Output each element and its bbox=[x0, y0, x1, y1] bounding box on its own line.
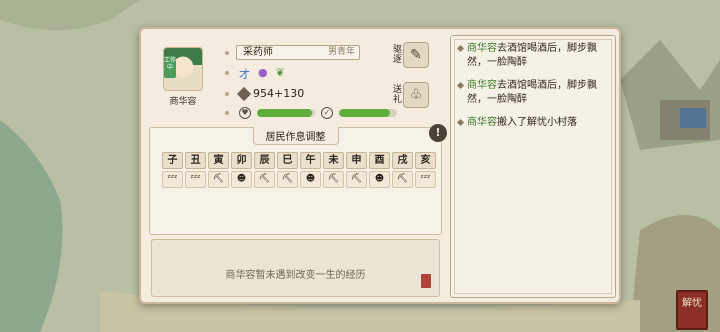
log-resident-name: 商华容 bbox=[467, 43, 497, 54]
bullet-dot bbox=[225, 51, 229, 55]
work-icon[interactable]: ⛏ bbox=[208, 171, 229, 188]
mood-icon: ✓ bbox=[321, 107, 333, 119]
sleep-icon[interactable]: ᶻᶻᶻ bbox=[415, 171, 436, 188]
resident-detail-panel: 工作中 商华容 采药师 男青年 才 ● ❦ 954+130 ♥ ✓ 驱逐 ✎ 送… bbox=[139, 27, 621, 304]
resident-info-column: 工作中 商华容 采药师 男青年 才 ● ❦ 954+130 ♥ ✓ 驱逐 ✎ 送… bbox=[141, 29, 447, 302]
mood-bar-fill bbox=[339, 109, 391, 117]
leisure-icon[interactable]: ☻ bbox=[231, 171, 252, 188]
hour-label: 未 bbox=[323, 152, 344, 169]
hour-label: 巳 bbox=[277, 152, 298, 169]
work-status-tag: 工作中 bbox=[164, 56, 176, 78]
hour-label: 亥 bbox=[415, 152, 436, 169]
gift-button[interactable]: 送礼 ♧ bbox=[393, 79, 433, 111]
log-item: 商华容搬入了解忧小村落 bbox=[456, 116, 609, 130]
log-item: 商华容去酒馆喝酒后，脚步飘然，一脸陶醉 bbox=[456, 79, 609, 107]
seal-icon bbox=[421, 274, 431, 288]
expel-label: 驱逐 bbox=[393, 45, 403, 65]
broom-icon: ✎ bbox=[403, 42, 429, 68]
schedule-title: 居民作息调整 bbox=[252, 127, 339, 145]
hour-cell: 卯 ☻ bbox=[231, 152, 252, 188]
avatar[interactable]: 工作中 商华容 bbox=[157, 47, 209, 107]
hour-cell: 戌 ⛏ bbox=[392, 152, 413, 188]
bullet-dot bbox=[225, 111, 229, 115]
hour-cell: 未 ⛏ bbox=[323, 152, 344, 188]
resident-name: 商华容 bbox=[169, 97, 197, 107]
leisure-icon[interactable]: ☻ bbox=[300, 171, 321, 188]
hour-label: 子 bbox=[162, 152, 183, 169]
hour-cell: 子 ᶻᶻᶻ bbox=[162, 152, 183, 188]
money-value: 954+130 bbox=[253, 87, 305, 100]
coin-icon bbox=[236, 86, 252, 101]
hour-cell: 丑 ᶻᶻᶻ bbox=[185, 152, 206, 188]
gift-label: 送礼 bbox=[393, 85, 403, 105]
life-experience-text: 商华容暂未遇到改变一生的经历 bbox=[225, 270, 366, 281]
work-icon[interactable]: ⛏ bbox=[346, 171, 367, 188]
hour-label: 酉 bbox=[369, 152, 390, 169]
stamina-icon: ♥ bbox=[239, 107, 251, 119]
hour-cell: 酉 ☻ bbox=[369, 152, 390, 188]
job-label: 采药师 bbox=[243, 47, 273, 58]
schedule-panel: 居民作息调整 ! 子 ᶻᶻᶻ 丑 ᶻᶻᶻ 寅 ⛏ 卯 ☻ 辰 ⛏ 巳 ⛏ 午 ☻ 未 ⛏ 申 ⛏ 酉 ☻ 戌 ⛏ 亥 ᶻᶻᶻ bbox=[149, 124, 447, 235]
stamina-bar-fill bbox=[257, 109, 313, 117]
work-icon[interactable]: ⛏ bbox=[277, 171, 298, 188]
log-bullet-icon bbox=[456, 44, 465, 53]
work-icon[interactable]: ⛏ bbox=[254, 171, 275, 188]
log-resident-name: 商华容 bbox=[467, 80, 497, 91]
egg-icon[interactable]: ● bbox=[258, 66, 268, 82]
hour-label: 申 bbox=[346, 152, 367, 169]
hour-grid: 子 ᶻᶻᶻ 丑 ᶻᶻᶻ 寅 ⛏ 卯 ☻ 辰 ⛏ 巳 ⛏ 午 ☻ 未 ⛏ 申 ⛏ 酉 ☻ 戌 ⛏ 亥 ᶻᶻᶻ bbox=[162, 152, 436, 188]
sleep-icon[interactable]: ᶻᶻᶻ bbox=[162, 171, 183, 188]
leaf-icon[interactable]: ❦ bbox=[276, 66, 285, 82]
hour-cell: 寅 ⛏ bbox=[208, 152, 229, 188]
sleep-icon[interactable]: ᶻᶻᶻ bbox=[185, 171, 206, 188]
hour-cell: 辰 ⛏ bbox=[254, 152, 275, 188]
hour-label: 午 bbox=[300, 152, 321, 169]
life-experience-box: 商华容暂未遇到改变一生的经历 bbox=[151, 239, 440, 297]
hour-label: 寅 bbox=[208, 152, 229, 169]
leisure-icon[interactable]: ☻ bbox=[369, 171, 390, 188]
gift-bag-icon: ♧ bbox=[403, 82, 429, 108]
bullet-dot bbox=[225, 92, 229, 96]
log-text: 搬入了解忧小村落 bbox=[497, 117, 577, 128]
event-log[interactable]: 商华容去酒馆喝酒后，脚步飘然，一脸陶醉 商华容去酒馆喝酒后，脚步飘然，一脸陶醉 商华… bbox=[450, 35, 616, 298]
bullet-dot bbox=[225, 71, 229, 75]
avatar-portrait: 工作中 bbox=[163, 47, 203, 91]
log-item: 商华容去酒馆喝酒后，脚步飘然，一脸陶醉 bbox=[456, 42, 609, 70]
status-bars: ♥ ✓ bbox=[239, 107, 397, 119]
log-bullet-icon bbox=[456, 81, 465, 90]
work-icon[interactable]: ⛏ bbox=[323, 171, 344, 188]
stamina-bar bbox=[257, 109, 315, 117]
log-bullet-icon bbox=[456, 118, 465, 127]
expel-button[interactable]: 驱逐 ✎ bbox=[393, 39, 433, 71]
talent-icon[interactable]: 才 bbox=[239, 66, 250, 82]
hour-cell: 亥 ᶻᶻᶻ bbox=[415, 152, 436, 188]
hour-label: 卯 bbox=[231, 152, 252, 169]
event-log-list: 商华容去酒馆喝酒后，脚步飘然，一脸陶醉 商华容去酒馆喝酒后，脚步飘然，一脸陶醉 商华… bbox=[456, 42, 609, 130]
corner-seal-button[interactable]: 解忧 bbox=[676, 290, 708, 330]
work-icon[interactable]: ⛏ bbox=[392, 171, 413, 188]
mood-bar bbox=[339, 109, 397, 117]
hour-label: 戌 bbox=[392, 152, 413, 169]
age-gender-label: 男青年 bbox=[327, 47, 355, 57]
hour-cell: 午 ☻ bbox=[300, 152, 321, 188]
job-field[interactable]: 采药师 男青年 bbox=[236, 45, 360, 60]
trait-icons: 才 ● ❦ bbox=[239, 66, 285, 82]
log-resident-name: 商华容 bbox=[467, 117, 497, 128]
hour-cell: 巳 ⛏ bbox=[277, 152, 298, 188]
warning-icon[interactable]: ! bbox=[429, 124, 447, 142]
hour-label: 丑 bbox=[185, 152, 206, 169]
money-display: 954+130 bbox=[236, 86, 305, 101]
hour-cell: 申 ⛏ bbox=[346, 152, 367, 188]
hour-label: 辰 bbox=[254, 152, 275, 169]
